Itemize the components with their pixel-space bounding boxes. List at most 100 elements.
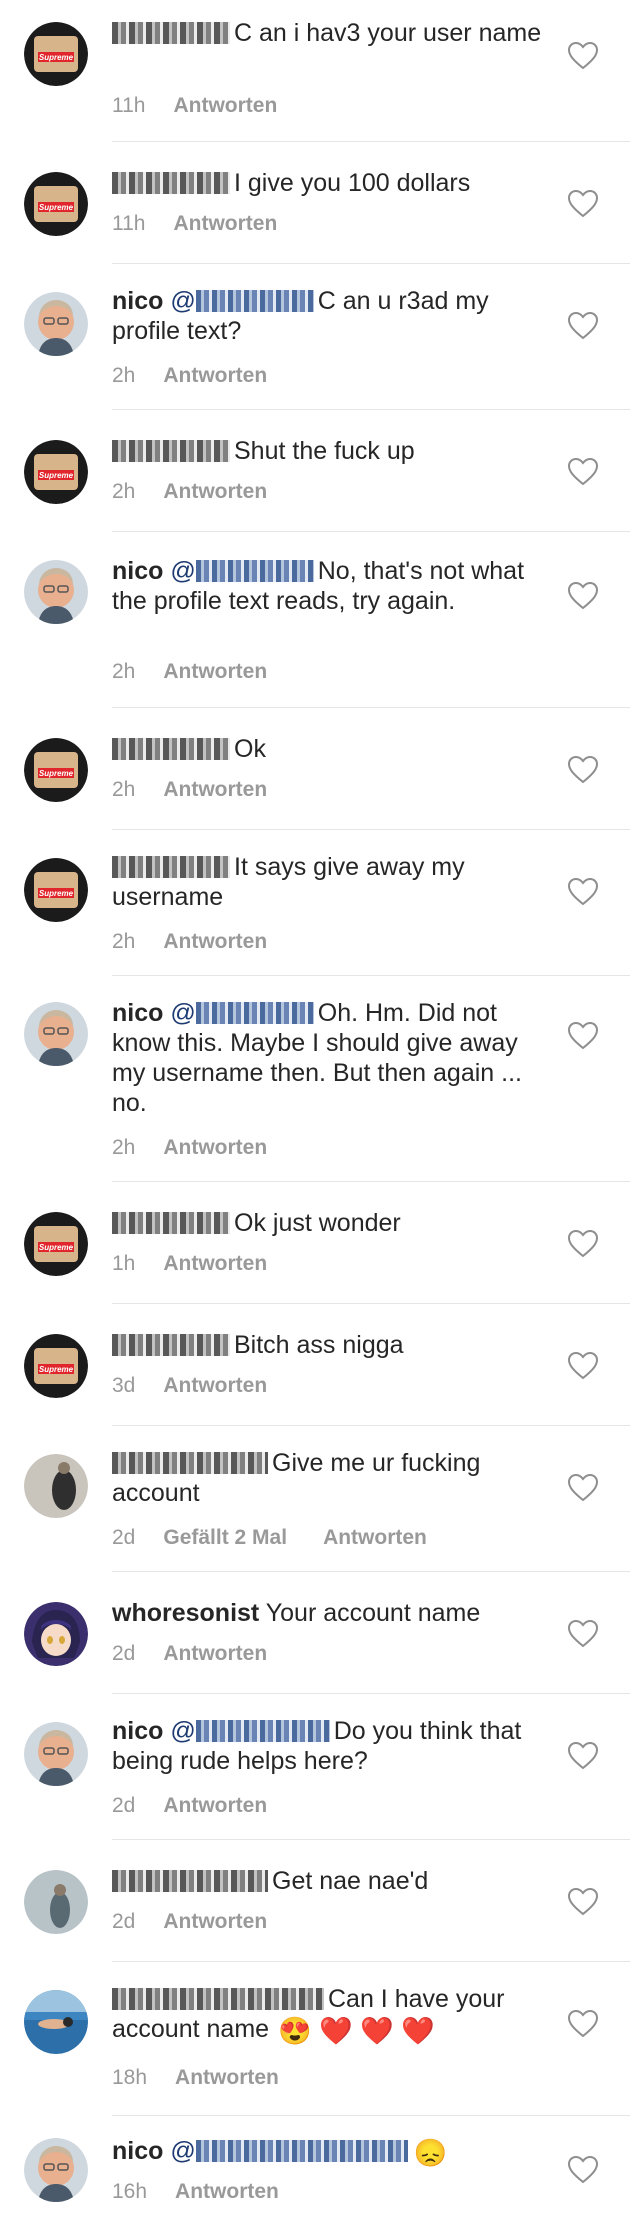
mention-redacted[interactable] (195, 1002, 314, 1024)
avatar[interactable]: Supreme (24, 858, 88, 922)
heart-outline-icon[interactable] (568, 190, 598, 218)
avatar[interactable] (24, 292, 88, 356)
username-redacted[interactable] (112, 1988, 324, 2010)
reply-button[interactable]: Antworten (163, 1910, 267, 1933)
comment-time: 2h (112, 778, 136, 801)
reply-button[interactable]: Antworten (175, 2066, 279, 2089)
reply-button[interactable]: Antworten (163, 930, 267, 953)
emoji-hearts: 😍 ❤️ ❤️ ❤️ (278, 2016, 435, 2046)
reply-button[interactable]: Antworten (163, 1136, 267, 1159)
heart-outline-icon[interactable] (568, 2010, 598, 2038)
mention-link[interactable]: @ (170, 999, 195, 1027)
username-redacted[interactable] (112, 440, 230, 462)
mention-redacted[interactable] (195, 2140, 408, 2162)
reply-button[interactable]: Antworten (173, 94, 277, 117)
heart-outline-icon[interactable] (568, 1742, 598, 1770)
heart-outline-icon[interactable] (568, 1230, 598, 1258)
avatar-supreme: Supreme (24, 858, 88, 922)
username-redacted[interactable] (112, 22, 230, 44)
heart-outline-icon[interactable] (568, 1352, 598, 1380)
heart-outline-icon[interactable] (568, 756, 598, 784)
reply-button[interactable]: Antworten (163, 364, 267, 387)
heart-outline-icon[interactable] (568, 1888, 598, 1916)
avatar-supreme: Supreme (24, 738, 88, 802)
comment-text: C an i hav3 your user name (234, 19, 542, 47)
avatar[interactable]: Supreme (24, 738, 88, 802)
avatar-nico (24, 2138, 88, 2202)
avatar[interactable]: Supreme (24, 440, 88, 504)
avatar[interactable] (24, 1722, 88, 1786)
comment-item: Can I have your account name 😍 ❤️ ❤️ ❤️ … (0, 1962, 640, 2116)
likes-count[interactable]: Gefällt 2 Mal (163, 1526, 287, 1549)
avatar[interactable] (24, 1454, 88, 1518)
reply-button[interactable]: Antworten (175, 2180, 279, 2203)
comment-time: 3d (112, 1374, 136, 1397)
heart-outline-icon[interactable] (568, 1620, 598, 1648)
avatar[interactable] (24, 1870, 88, 1934)
heart-outline-icon[interactable] (568, 1022, 598, 1050)
comment-time: 2h (112, 1136, 136, 1159)
reply-button[interactable]: Antworten (163, 778, 267, 801)
reply-button[interactable]: Antworten (163, 480, 267, 503)
mention-redacted[interactable] (195, 560, 314, 582)
avatar[interactable] (24, 1990, 88, 2054)
avatar[interactable]: Supreme (24, 172, 88, 236)
heart-outline-icon[interactable] (568, 878, 598, 906)
mention-link[interactable]: @ (170, 1717, 195, 1745)
avatar[interactable] (24, 1602, 88, 1666)
comment-author[interactable]: nico (112, 287, 163, 315)
mention-link[interactable]: @ (170, 557, 195, 585)
comment-time: 11h (112, 94, 146, 117)
mention-redacted[interactable] (195, 290, 314, 312)
avatar[interactable] (24, 2138, 88, 2202)
reply-button[interactable]: Antworten (163, 1374, 267, 1397)
avatar-nico (24, 1002, 88, 1066)
username-redacted[interactable] (112, 1334, 230, 1356)
avatar[interactable]: Supreme (24, 22, 88, 86)
avatar-gray (24, 1870, 88, 1934)
heart-outline-icon[interactable] (568, 582, 598, 610)
comment-author[interactable]: nico (112, 557, 163, 585)
heart-outline-icon[interactable] (568, 2156, 598, 2184)
mention-link[interactable]: @ (170, 287, 195, 315)
reply-button[interactable]: Antworten (163, 1252, 267, 1275)
avatar[interactable] (24, 560, 88, 624)
avatar[interactable]: Supreme (24, 1212, 88, 1276)
avatar[interactable] (24, 1002, 88, 1066)
svg-text:Supreme: Supreme (39, 53, 74, 62)
avatar-supreme: Supreme (24, 172, 88, 236)
comment-time: 2d (112, 1642, 136, 1665)
comment-text: Your account name (265, 1599, 481, 1627)
avatar-nico (24, 1722, 88, 1786)
comment-author[interactable]: nico (112, 2137, 163, 2165)
reply-button[interactable]: Antworten (163, 1642, 267, 1665)
username-redacted[interactable] (112, 172, 230, 194)
comment-time: 16h (112, 2180, 148, 2203)
comment-text: Bitch ass nigga (234, 1331, 404, 1359)
username-redacted[interactable] (112, 856, 230, 878)
mention-link[interactable]: @ (170, 2137, 195, 2165)
mention-redacted[interactable] (195, 1720, 330, 1742)
comment-author[interactable]: nico (112, 1717, 163, 1745)
comment-author[interactable]: whoresonist (112, 1599, 259, 1627)
avatar[interactable]: Supreme (24, 1334, 88, 1398)
username-redacted[interactable] (112, 1212, 230, 1234)
comment-time: 18h (112, 2066, 148, 2089)
heart-outline-icon[interactable] (568, 458, 598, 486)
comment-author[interactable]: nico (112, 999, 163, 1027)
comment-time: 2h (112, 480, 136, 503)
reply-button[interactable]: Antworten (163, 1794, 267, 1817)
heart-outline-icon[interactable] (568, 42, 598, 70)
reply-button[interactable]: Antworten (163, 660, 267, 683)
heart-outline-icon[interactable] (568, 1474, 598, 1502)
comment-text: Ok (234, 735, 266, 763)
comment-text: I give you 100 dollars (234, 169, 471, 197)
username-redacted[interactable] (112, 1870, 268, 1892)
reply-button[interactable]: Antworten (173, 212, 277, 235)
username-redacted[interactable] (112, 738, 230, 760)
reply-button[interactable]: Antworten (323, 1526, 427, 1549)
heart-outline-icon[interactable] (568, 312, 598, 340)
comment-item: nico @ No, that's not what the profile te… (0, 532, 640, 708)
username-redacted[interactable] (112, 1452, 268, 1474)
avatar-gray (24, 1454, 88, 1518)
